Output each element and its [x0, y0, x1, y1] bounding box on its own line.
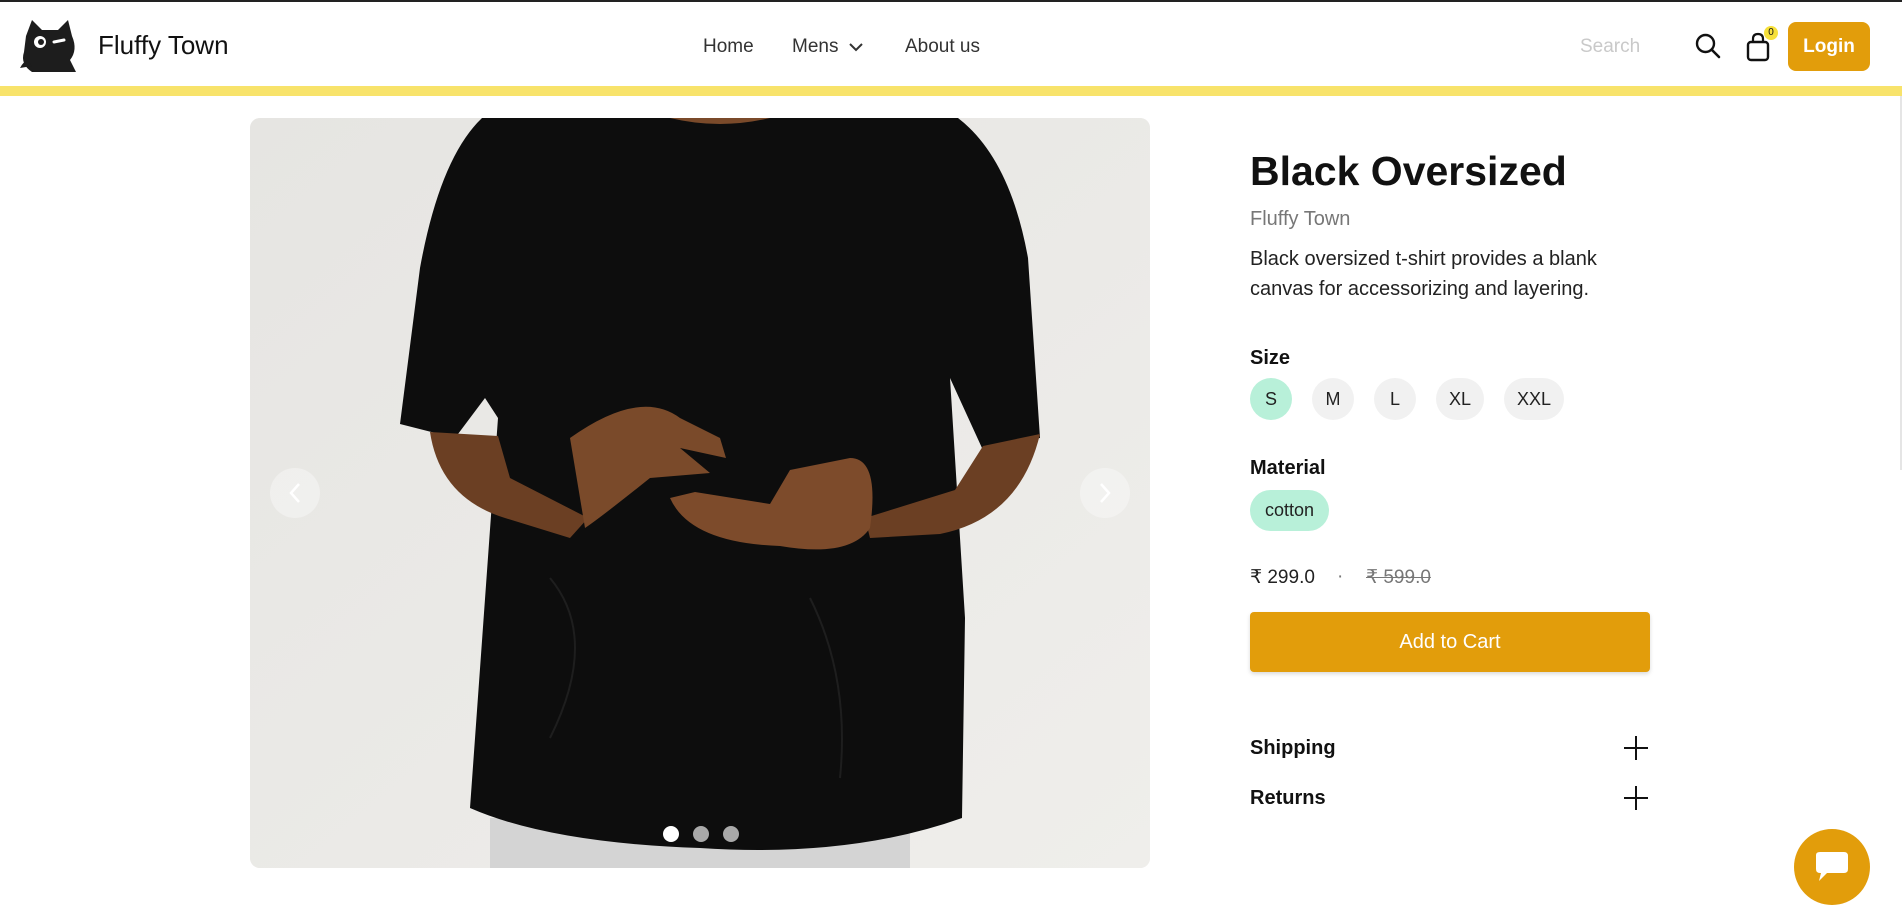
- carousel-next-button[interactable]: [1080, 468, 1130, 518]
- carousel-pagination: [663, 826, 739, 842]
- price-separator: ·: [1337, 566, 1344, 587]
- add-to-cart-button[interactable]: Add to Cart: [1250, 612, 1650, 672]
- accordion-returns-label: Returns: [1250, 786, 1326, 809]
- chevron-down-icon: [849, 43, 864, 52]
- size-option-s[interactable]: S: [1250, 378, 1292, 420]
- nav-mens[interactable]: Mens: [792, 36, 864, 58]
- search-input[interactable]: [1580, 32, 1670, 62]
- cat-logo[interactable]: [18, 16, 82, 74]
- material-label: Material: [1250, 457, 1326, 479]
- compare-at-price: ₹ 599.0: [1366, 567, 1431, 588]
- chevron-left-icon: [289, 483, 300, 503]
- size-option-xxl[interactable]: XXL: [1504, 378, 1565, 420]
- nav-home[interactable]: Home: [703, 36, 754, 58]
- size-option-l[interactable]: L: [1374, 378, 1416, 420]
- material-option-cotton[interactable]: cotton: [1250, 490, 1330, 531]
- product-image-carousel[interactable]: [250, 118, 1150, 868]
- header-accent-bar: [0, 86, 1902, 96]
- size-option-xl[interactable]: XL: [1436, 378, 1485, 420]
- product-photo: [250, 118, 1150, 868]
- chat-icon: [1816, 852, 1848, 881]
- chevron-right-icon: [1100, 483, 1111, 503]
- product-vendor: Fluffy Town: [1250, 208, 1351, 230]
- size-label: Size: [1250, 347, 1291, 369]
- cart-count-badge: 0: [1764, 26, 1778, 40]
- size-options: S M L XL XXL: [1250, 378, 1565, 420]
- search-button[interactable]: [1694, 32, 1722, 60]
- product-description: Black oversized t-shirt provides a blank…: [1250, 248, 1597, 300]
- brand-name[interactable]: Fluffy Town: [98, 30, 229, 61]
- accordion-returns[interactable]: Returns: [1250, 778, 1650, 818]
- product-price: ₹ 299.0: [1250, 567, 1315, 588]
- carousel-dot[interactable]: [693, 826, 709, 842]
- carousel-prev-button[interactable]: [270, 468, 320, 518]
- plus-icon: [1624, 786, 1648, 810]
- chat-button[interactable]: [1794, 829, 1870, 905]
- size-option-m[interactable]: M: [1312, 378, 1354, 420]
- accordion-shipping[interactable]: Shipping: [1250, 728, 1650, 768]
- site-header: Fluffy Town Home Mens About us 0 Login: [0, 2, 1902, 86]
- plus-icon: [1624, 736, 1648, 760]
- search-icon: [1695, 33, 1721, 59]
- nav-about[interactable]: About us: [905, 36, 980, 58]
- product-title: Black Oversized: [1250, 148, 1567, 194]
- login-button[interactable]: Login: [1788, 22, 1870, 71]
- carousel-dot[interactable]: [663, 826, 679, 842]
- accordion-shipping-label: Shipping: [1250, 736, 1336, 759]
- nav-mens-label: Mens: [792, 36, 839, 57]
- carousel-dot[interactable]: [723, 826, 739, 842]
